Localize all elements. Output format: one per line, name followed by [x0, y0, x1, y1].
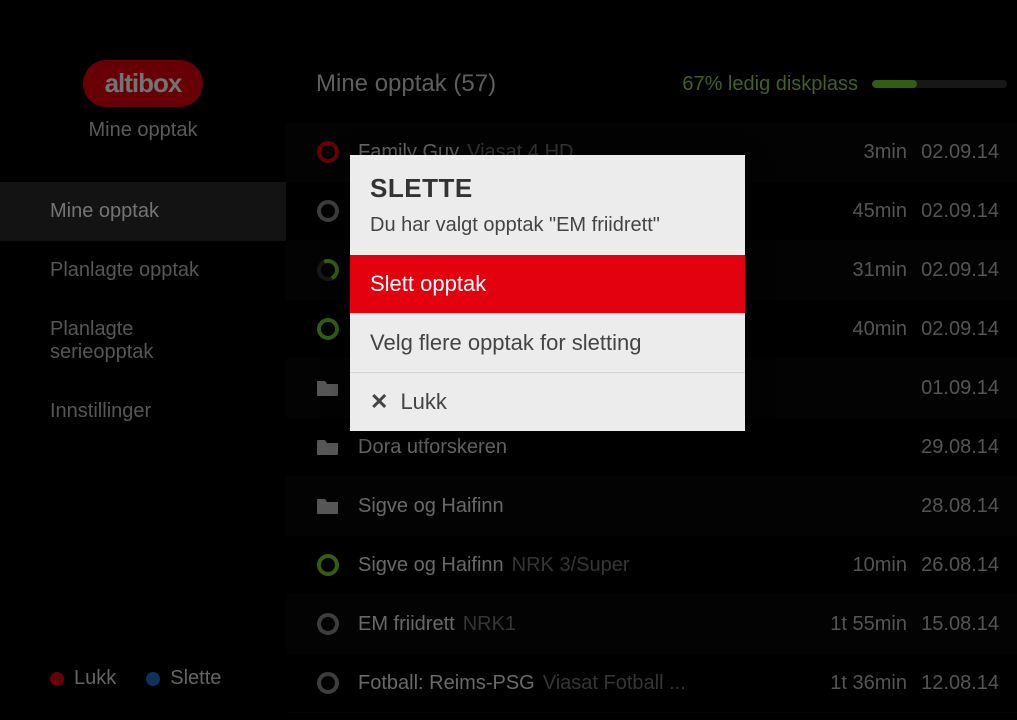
close-icon: ✕ — [370, 389, 388, 414]
modal-close-label: Lukk — [400, 389, 446, 414]
modal-subtitle: Du har valgt opptak "EM friidrett" — [370, 214, 725, 237]
modal-header: SLETTE Du har valgt opptak "EM friidrett… — [350, 155, 745, 255]
modal-option-close[interactable]: ✕ Lukk — [350, 372, 745, 431]
modal-option-select-multiple[interactable]: Velg flere opptak for sletting — [350, 313, 745, 372]
app-root: altibox Mine opptak Mine opptak Planlagt… — [0, 0, 1017, 720]
modal-option-delete[interactable]: Slett opptak — [350, 255, 745, 313]
modal-title: SLETTE — [370, 173, 725, 204]
delete-modal: SLETTE Du har valgt opptak "EM friidrett… — [350, 155, 745, 431]
